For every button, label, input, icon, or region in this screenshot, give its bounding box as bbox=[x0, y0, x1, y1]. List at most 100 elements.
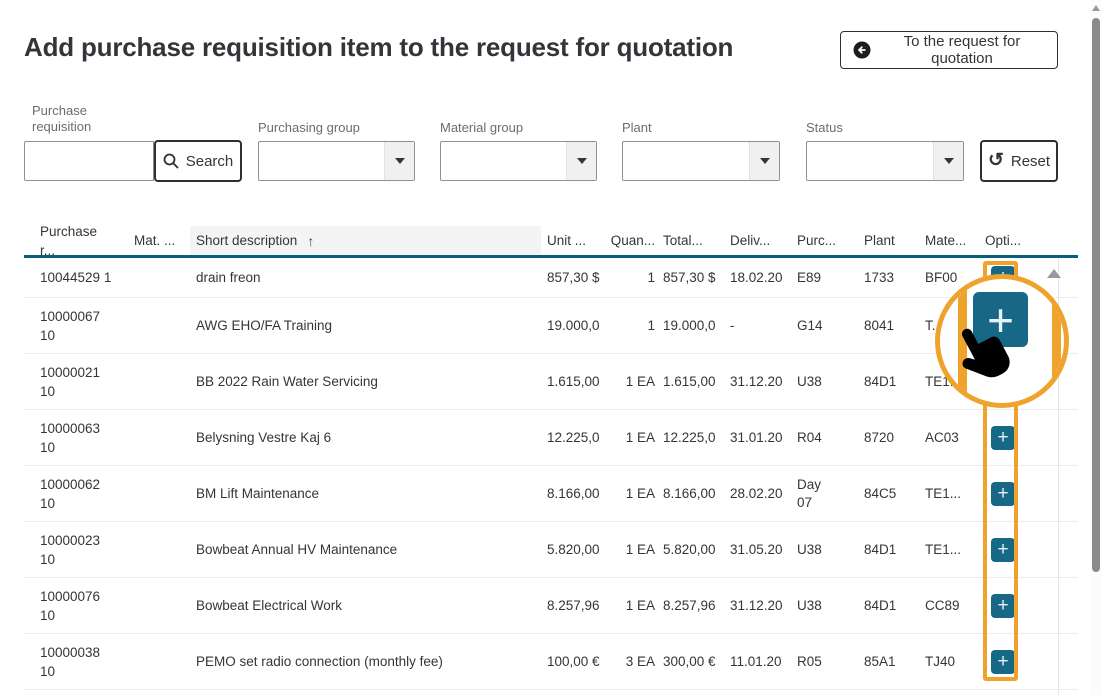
cell-plant: 84C5 bbox=[864, 486, 919, 501]
plant-dropdown-toggle[interactable] bbox=[749, 142, 779, 180]
table-row: 10000023 10 Bowbeat Annual HV Maintenanc… bbox=[24, 522, 1078, 578]
purchase-requisition-table: Purchase r... Mat. ... Short description… bbox=[24, 226, 1078, 690]
cell-purchase-requisition: 10000063 10 bbox=[40, 419, 114, 457]
page-scrollbar[interactable] bbox=[1091, 0, 1101, 695]
back-button-label: To the request for quotation bbox=[879, 33, 1045, 67]
column-header-short-description[interactable]: Short description ↑ bbox=[190, 226, 541, 255]
column-header-options[interactable]: Opti... bbox=[981, 233, 1025, 248]
material-group-input[interactable] bbox=[441, 142, 566, 180]
column-header-unit[interactable]: Unit ... bbox=[547, 233, 602, 248]
status-dropdown[interactable] bbox=[806, 141, 964, 181]
sort-ascending-icon: ↑ bbox=[307, 233, 314, 249]
column-header-delivery[interactable]: Deliv... bbox=[730, 233, 793, 248]
table-row: 10044529 1 drain freon 857,30 $ 1 857,30… bbox=[24, 258, 1078, 298]
cell-short-description: PEMO set radio connection (monthly fee) bbox=[196, 654, 541, 669]
cell-unit-price: 100,00 € bbox=[547, 654, 602, 669]
cell-purchase-requisition: 10000021 10 bbox=[40, 363, 114, 401]
search-button-label: Search bbox=[186, 153, 234, 170]
cell-plant: 84D1 bbox=[864, 542, 919, 557]
cell-unit-price: 1.615,00 bbox=[547, 374, 602, 389]
cell-unit-price: 857,30 $ bbox=[547, 270, 602, 285]
page-scroll-up-icon[interactable] bbox=[1092, 5, 1100, 11]
cell-quantity: 1 EA bbox=[606, 486, 655, 501]
cell-purchase-requisition: 10000062 10 bbox=[40, 475, 114, 513]
cell-material-group: T... bbox=[925, 318, 977, 333]
cell-total: 300,00 € bbox=[663, 654, 727, 669]
chevron-down-icon bbox=[760, 158, 770, 164]
add-item-button[interactable]: + bbox=[991, 482, 1015, 506]
material-group-label: Material group bbox=[440, 120, 523, 136]
chevron-down-icon bbox=[577, 158, 587, 164]
column-header-quantity[interactable]: Quan... bbox=[606, 233, 655, 248]
cell-material-group: CC89 bbox=[925, 598, 977, 613]
cell-material-group: TE1... bbox=[925, 374, 977, 389]
plant-dropdown[interactable] bbox=[622, 141, 780, 181]
column-header-material-group[interactable]: Mate... bbox=[925, 233, 977, 248]
cell-purchase-requisition: 10000067 10 bbox=[40, 307, 114, 345]
cell-quantity: 1 bbox=[606, 318, 655, 333]
material-group-dropdown-toggle[interactable] bbox=[566, 142, 596, 180]
cell-purchase-requisition: 10000038 10 bbox=[40, 643, 114, 681]
add-item-button[interactable]: + bbox=[991, 426, 1015, 450]
cell-purchasing-group: R04 bbox=[797, 429, 839, 447]
cell-plant: 8041 bbox=[864, 318, 919, 333]
cell-short-description: drain freon bbox=[196, 270, 541, 285]
to-request-for-quotation-button[interactable]: To the request for quotation bbox=[840, 31, 1058, 69]
chevron-down-icon bbox=[944, 158, 954, 164]
cell-material-group: TE1... bbox=[925, 486, 977, 501]
plant-input[interactable] bbox=[623, 142, 749, 180]
purchasing-group-input[interactable] bbox=[259, 142, 384, 180]
purchasing-group-dropdown[interactable] bbox=[258, 141, 415, 181]
cell-quantity: 1 EA bbox=[606, 430, 655, 445]
cell-purchasing-group: R05 bbox=[797, 653, 839, 671]
purchase-requisition-input[interactable] bbox=[24, 141, 154, 181]
column-header-plant[interactable]: Plant bbox=[864, 233, 919, 248]
cell-short-description: Bowbeat Annual HV Maintenance bbox=[196, 542, 541, 557]
cell-unit-price: 19.000,0 bbox=[547, 318, 602, 333]
table-row: 10000076 10 Bowbeat Electrical Work 8.25… bbox=[24, 578, 1078, 634]
cell-total: 8.166,00 bbox=[663, 486, 727, 501]
cell-delivery-date: 18.02.20 bbox=[730, 270, 793, 285]
cell-short-description: Bowbeat Electrical Work bbox=[196, 598, 541, 613]
material-group-dropdown[interactable] bbox=[440, 141, 597, 181]
add-item-button[interactable]: + bbox=[991, 266, 1015, 290]
cell-short-description: BB 2022 Rain Water Servicing bbox=[196, 374, 541, 389]
cell-delivery-date: - bbox=[730, 318, 793, 333]
cell-quantity: 1 EA bbox=[606, 542, 655, 557]
add-item-button[interactable]: + bbox=[991, 370, 1015, 394]
cell-short-description: Belysning Vestre Kaj 6 bbox=[196, 430, 541, 445]
status-dropdown-toggle[interactable] bbox=[933, 142, 963, 180]
search-icon bbox=[163, 153, 179, 169]
undo-icon: ↺ bbox=[988, 151, 1004, 170]
column-header-material[interactable]: Mat. ... bbox=[134, 233, 190, 248]
cell-purchasing-group: E89 bbox=[797, 269, 839, 287]
cell-quantity: 3 EA bbox=[606, 654, 655, 669]
cell-purchase-requisition: 10044529 1 bbox=[40, 268, 114, 287]
add-item-button[interactable]: + bbox=[991, 314, 1015, 338]
cell-material-group: BF00 bbox=[925, 270, 977, 285]
cell-short-description: AWG EHO/FA Training bbox=[196, 318, 541, 333]
purchasing-group-dropdown-toggle[interactable] bbox=[384, 142, 414, 180]
add-item-button[interactable]: + bbox=[991, 538, 1015, 562]
plant-label: Plant bbox=[622, 120, 652, 136]
column-header-total[interactable]: Total... bbox=[663, 233, 727, 248]
reset-button[interactable]: ↺ Reset bbox=[980, 140, 1058, 182]
add-item-button[interactable]: + bbox=[991, 594, 1015, 618]
table-row: 10000067 10 AWG EHO/FA Training 19.000,0… bbox=[24, 298, 1078, 354]
page-scrollbar-thumb[interactable] bbox=[1092, 18, 1100, 572]
table-scroll-up-icon[interactable] bbox=[1047, 269, 1061, 278]
table-row: 10000063 10 Belysning Vestre Kaj 6 12.22… bbox=[24, 410, 1078, 466]
add-item-button[interactable]: + bbox=[991, 650, 1015, 674]
search-button[interactable]: Search bbox=[154, 140, 242, 182]
cell-delivery-date: 11.01.20 bbox=[730, 654, 793, 669]
column-header-purchase-requisition[interactable]: Purchase r... bbox=[40, 222, 114, 260]
cell-delivery-date: 31.12.20 bbox=[730, 374, 793, 389]
column-header-purchasing-group[interactable]: Purc... bbox=[797, 232, 839, 250]
table-row: 10000062 10 BM Lift Maintenance 8.166,00… bbox=[24, 466, 1078, 522]
cell-total: 1.615,00 bbox=[663, 374, 727, 389]
cell-delivery-date: 31.05.20 bbox=[730, 542, 793, 557]
cell-plant: 8720 bbox=[864, 430, 919, 445]
cell-purchasing-group: G14 bbox=[797, 317, 839, 335]
chevron-down-icon bbox=[395, 158, 405, 164]
status-input[interactable] bbox=[807, 142, 933, 180]
